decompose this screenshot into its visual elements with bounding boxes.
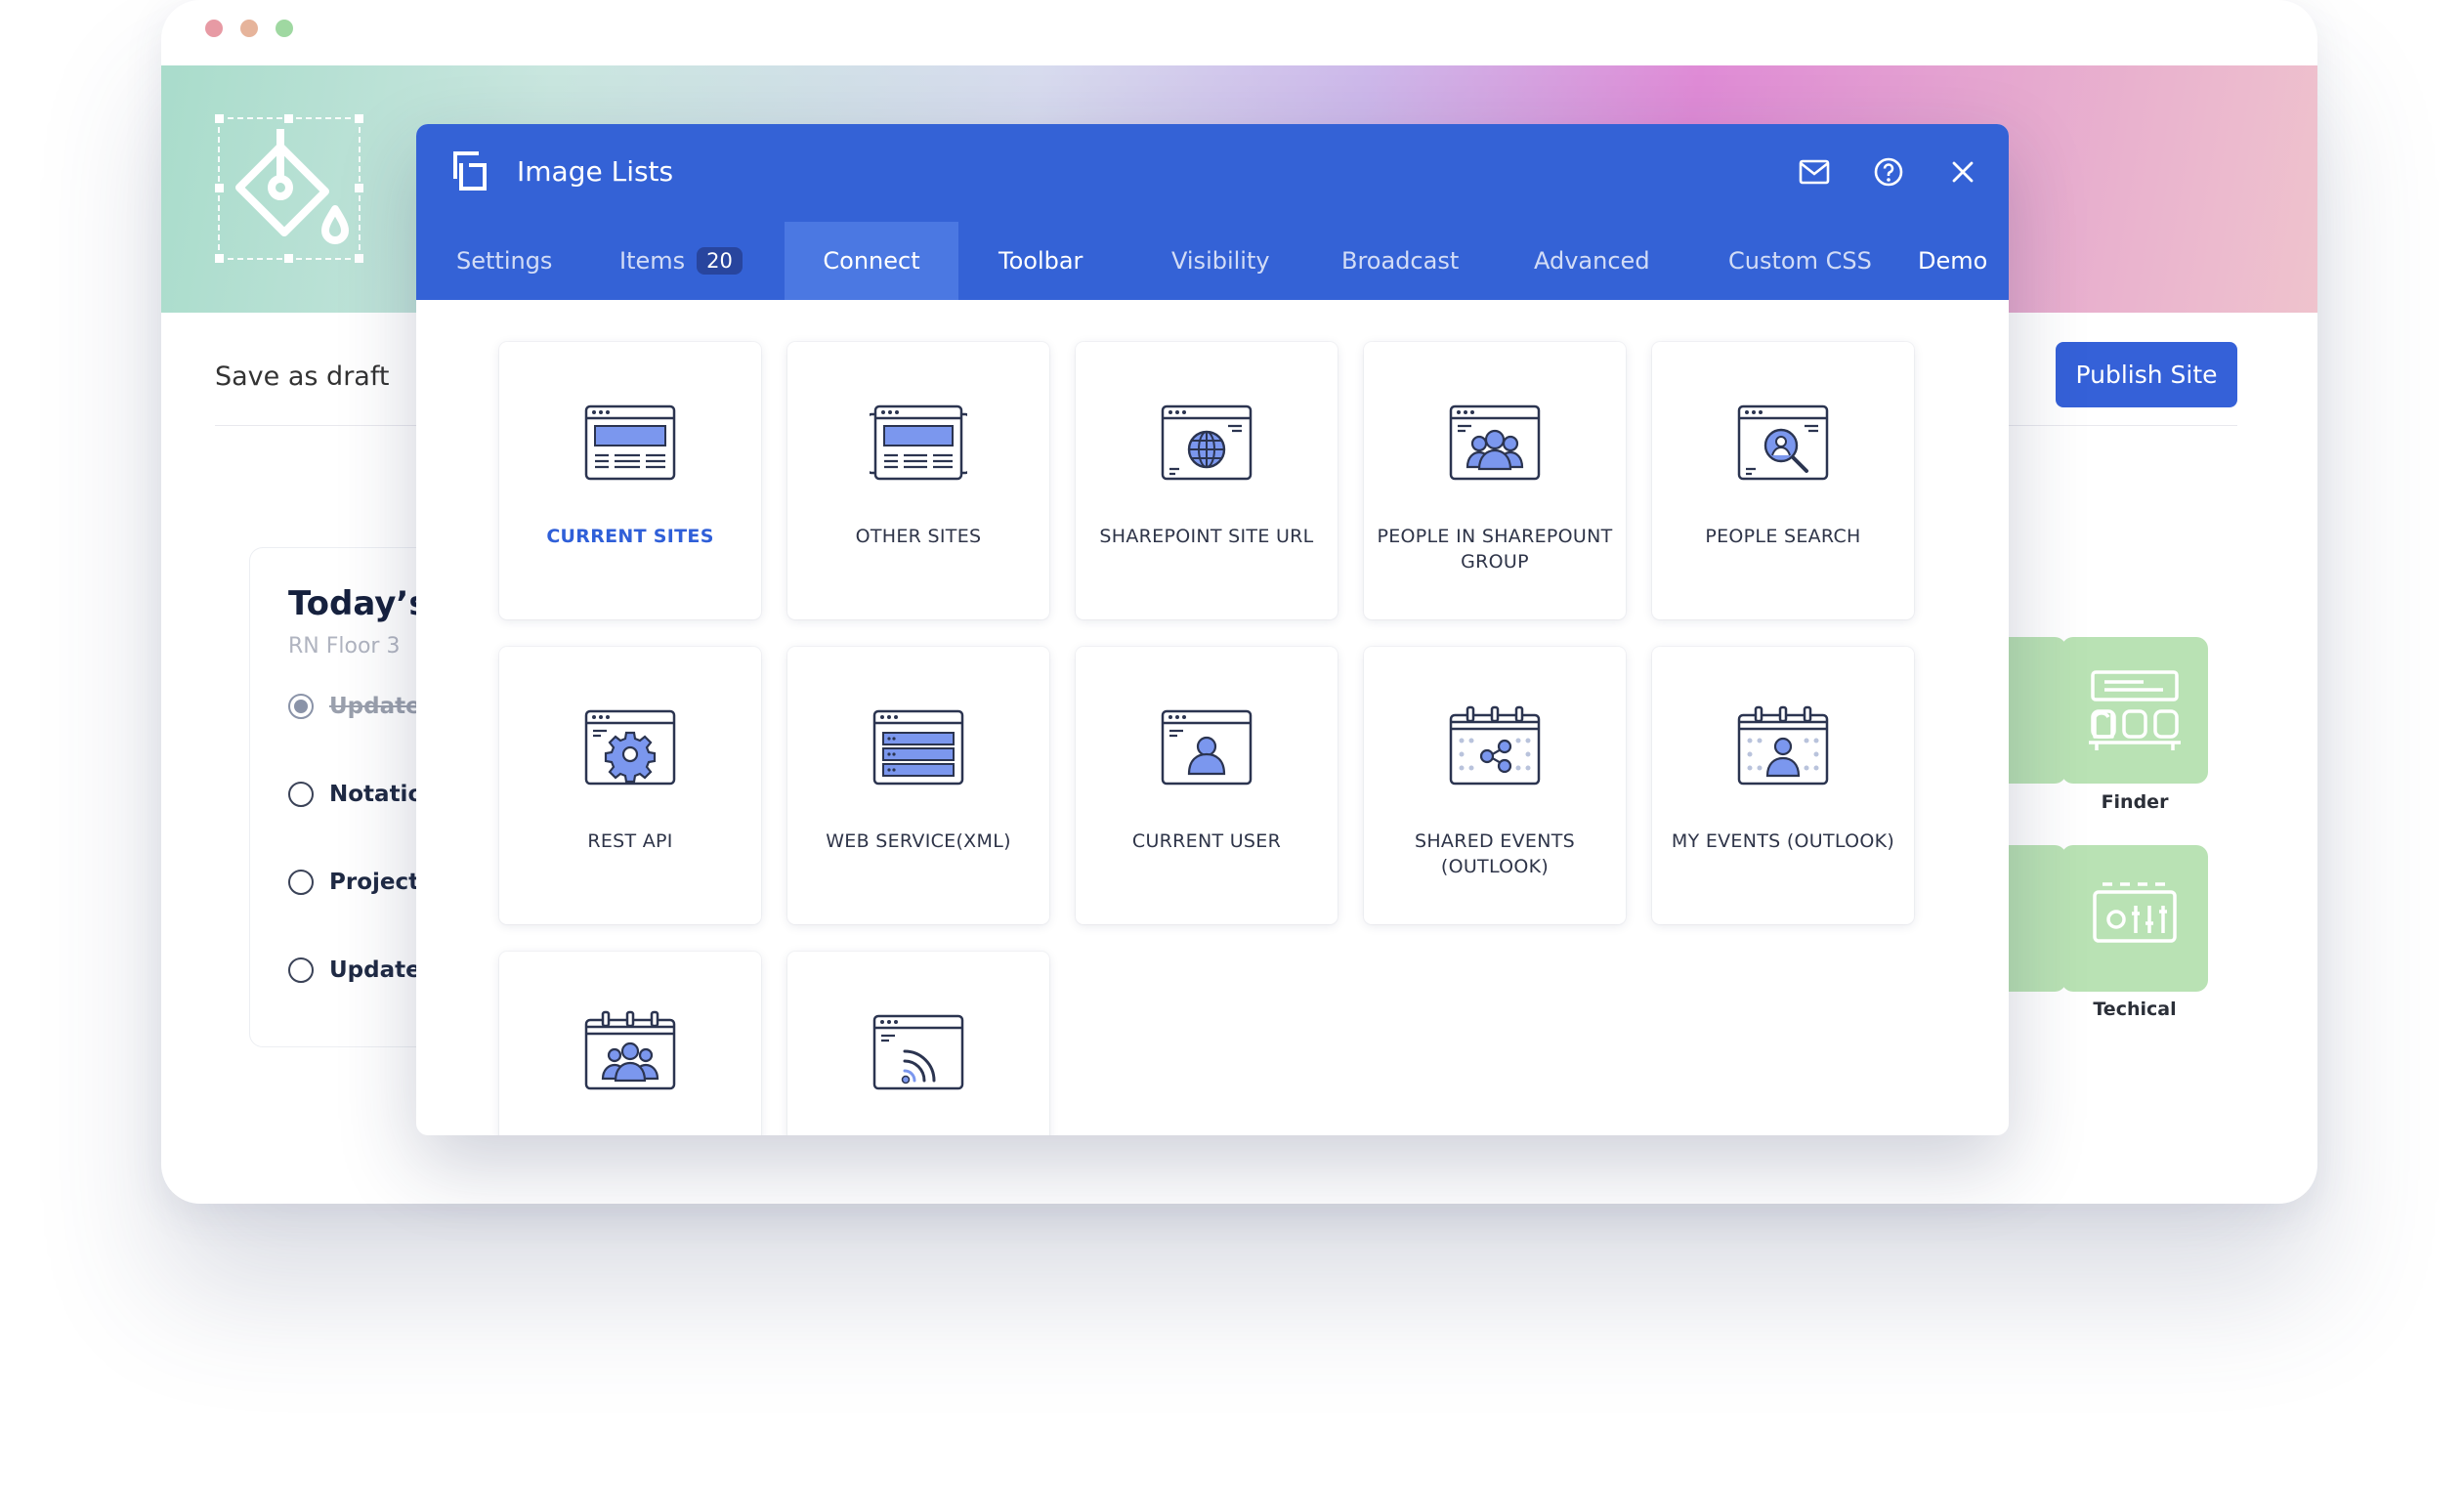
todo-subtitle: RN Floor 3: [288, 634, 401, 659]
people-group-icon: [1449, 404, 1541, 481]
checked-radio-icon[interactable]: [288, 694, 314, 719]
tab-visibility[interactable]: Visibility: [1171, 222, 1270, 300]
source-card-label: CURRENT USER: [1131, 830, 1282, 852]
dialog-title: Image Lists: [517, 155, 674, 188]
finder-tile-label: Finder: [2101, 791, 2169, 813]
todo-title: Today’s: [288, 584, 429, 623]
radio-icon[interactable]: [288, 782, 314, 807]
todo-item-label: Update: [329, 694, 421, 719]
todo-item[interactable]: Update: [288, 957, 421, 983]
group-events-icon: [584, 1010, 676, 1090]
tab-demo[interactable]: Demo: [1918, 222, 1987, 300]
tab-items-label: Items: [619, 247, 686, 275]
tab-items[interactable]: Items 20: [619, 222, 743, 300]
todo-item[interactable]: Project (: [288, 870, 438, 895]
site-url-globe-icon: [1161, 404, 1253, 481]
source-card-label: PEOPLE IN SHAREPOUNT GROUP: [1377, 526, 1613, 573]
techical-tile[interactable]: [2061, 845, 2208, 992]
source-card-other-sites[interactable]: OTHER SITES: [787, 342, 1049, 619]
my-events-icon: [1737, 705, 1829, 786]
source-card-current-sites[interactable]: CURRENT SITES: [499, 342, 761, 619]
people-search-icon: [1737, 404, 1829, 481]
source-card-rest-api[interactable]: REST API: [499, 647, 761, 924]
theater-seats-icon: [2089, 670, 2181, 750]
source-card-label: SHAREPOINT SITE URL: [1099, 526, 1314, 547]
tab-toolbar[interactable]: Toolbar: [998, 222, 1083, 300]
source-card-shared-events[interactable]: SHARED EVENTS (OUTLOOK): [1364, 647, 1626, 924]
source-card-my-events[interactable]: MY EVENTS (OUTLOOK): [1652, 647, 1914, 924]
dialog-tabs: Settings Items 20 Connect Toolbar Visibi…: [416, 222, 2009, 300]
source-card-sharepoint-url[interactable]: SHAREPOINT SITE URL: [1076, 342, 1338, 619]
save-as-draft-link[interactable]: Save as draft: [215, 361, 389, 392]
logo-selection-frame[interactable]: [215, 114, 363, 263]
current-user-icon: [1161, 709, 1253, 786]
source-card-label: CURRENT SITES: [546, 526, 714, 547]
tab-advanced[interactable]: Advanced: [1534, 222, 1650, 300]
window-controls: [205, 20, 293, 37]
web-service-icon: [872, 709, 964, 786]
paint-bucket-icon: [235, 129, 349, 244]
source-card-people-search[interactable]: PEOPLE SEARCH: [1652, 342, 1914, 619]
window-minimize-dot[interactable]: [240, 20, 258, 37]
source-card-current-user[interactable]: CURRENT USER: [1076, 647, 1338, 924]
mixer-panel-icon: [2093, 882, 2177, 943]
finder-tile[interactable]: [2061, 637, 2208, 784]
items-count-badge: 20: [697, 247, 743, 275]
image-lists-dialog: Image Lists Settings Items 20 Connect To…: [416, 124, 2009, 1135]
todo-item-label: Update: [329, 957, 421, 983]
mail-icon[interactable]: [1798, 155, 1831, 189]
todo-item[interactable]: Update: [288, 694, 421, 719]
source-card-label: PEOPLE SEARCH: [1705, 526, 1861, 547]
tab-connect[interactable]: Connect: [785, 222, 958, 300]
source-card-label: MY EVENTS (OUTLOOK): [1671, 830, 1895, 852]
publish-site-button[interactable]: Publish Site: [2056, 342, 2237, 407]
source-card-web-service[interactable]: WEB SERVICE(XML): [787, 647, 1049, 924]
rest-api-gear-icon: [584, 709, 676, 786]
source-card-label: SHARED EVENTS (OUTLOOK): [1414, 830, 1575, 877]
window-maximize-dot[interactable]: [276, 20, 293, 37]
current-sites-icon: [584, 404, 676, 481]
tab-broadcast[interactable]: Broadcast: [1341, 222, 1459, 300]
dialog-header: Image Lists: [416, 124, 2009, 222]
window-close-dot[interactable]: [205, 20, 223, 37]
shared-events-icon: [1449, 705, 1541, 786]
source-card-rss-feed[interactable]: [787, 952, 1049, 1135]
app-logo-icon: [449, 149, 489, 196]
radio-icon[interactable]: [288, 870, 314, 895]
other-sites-icon: [870, 404, 967, 481]
close-icon[interactable]: [1946, 155, 1979, 189]
source-card-people-group[interactable]: PEOPLE IN SHAREPOUNT GROUP: [1364, 342, 1626, 619]
techical-tile-label: Techical: [2093, 999, 2177, 1020]
radio-icon[interactable]: [288, 957, 314, 983]
source-card-group-events[interactable]: [499, 952, 761, 1135]
help-icon[interactable]: [1872, 155, 1905, 189]
tab-settings[interactable]: Settings: [456, 222, 552, 300]
source-card-label: WEB SERVICE(XML): [826, 830, 1011, 852]
rss-feed-icon: [872, 1014, 964, 1090]
tab-custom-css[interactable]: Custom CSS: [1728, 222, 1872, 300]
source-card-label: REST API: [587, 830, 673, 852]
source-card-label: OTHER SITES: [855, 526, 982, 547]
